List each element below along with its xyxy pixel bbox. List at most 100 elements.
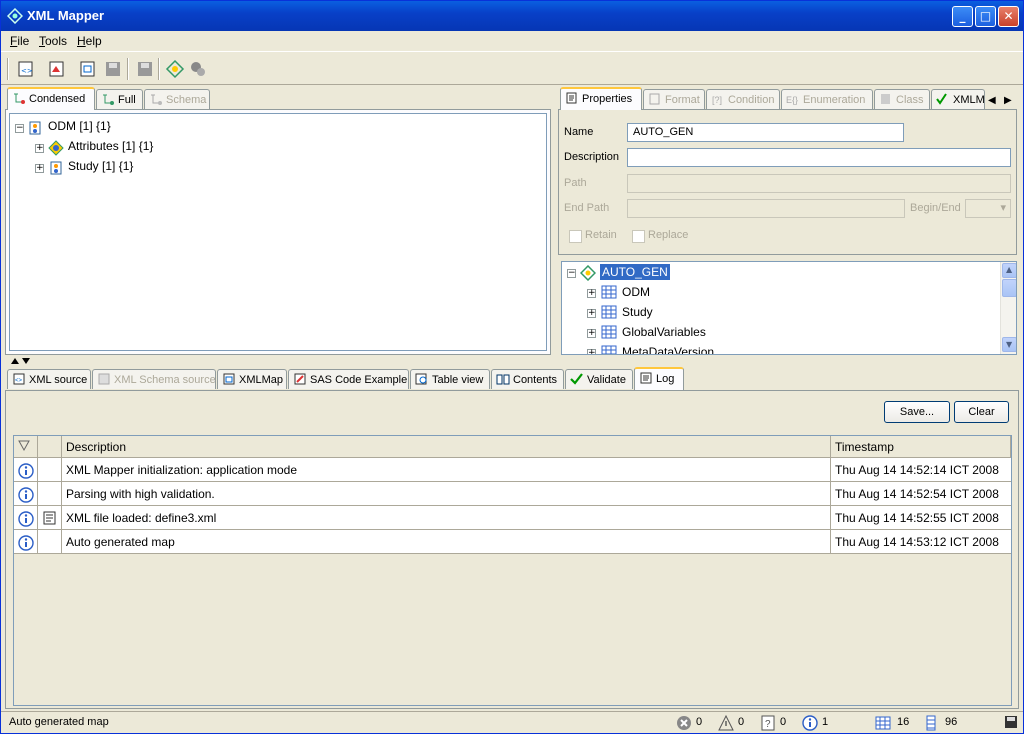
warning-icon bbox=[718, 715, 734, 731]
tab-schema-source-label: XML Schema source bbox=[114, 374, 216, 386]
tab-log[interactable]: Log bbox=[634, 367, 684, 390]
table-row[interactable]: XML Mapper initialization: application m… bbox=[14, 458, 1011, 482]
tab-validate[interactable]: Validate bbox=[565, 369, 633, 389]
tab-schema-label: Schema bbox=[166, 94, 207, 106]
tab-xmlmap[interactable]: XMLMap bbox=[217, 369, 287, 389]
expand-toggle[interactable]: + bbox=[587, 309, 596, 318]
row-timestamp: Thu Aug 14 14:53:12 ICT 2008 bbox=[835, 535, 999, 549]
tab-condition[interactable]: [?] Condition bbox=[706, 89, 780, 109]
tab-enumeration[interactable]: E{} Enumeration bbox=[781, 89, 873, 109]
svg-text:E{}: E{} bbox=[786, 95, 798, 105]
timestamp-column-header[interactable]: Timestamp bbox=[831, 436, 1011, 458]
clear-button[interactable]: Clear bbox=[954, 401, 1009, 423]
tab-xmlm[interactable]: XMLM bbox=[931, 89, 985, 109]
tab-contents[interactable]: Contents bbox=[491, 369, 564, 389]
row-icon-cell bbox=[14, 458, 38, 482]
menu-help[interactable]: Help bbox=[77, 34, 102, 48]
splitter-arrows-icon[interactable] bbox=[9, 357, 33, 365]
xmlmap-icon bbox=[223, 373, 235, 385]
expand-toggle[interactable]: + bbox=[587, 329, 596, 338]
tab-condition-label: Condition bbox=[728, 94, 775, 106]
row-description: XML Mapper initialization: application m… bbox=[62, 458, 831, 482]
xml-tree[interactable]: − ODM [1] {1} + Attributes [1] {1} + Stu… bbox=[9, 113, 547, 351]
error-icon bbox=[677, 716, 691, 730]
title-bar[interactable]: XML Mapper _ □ ✕ bbox=[1, 1, 1023, 31]
retain-checkbox[interactable] bbox=[569, 230, 582, 243]
tab-properties[interactable]: Properties bbox=[560, 87, 642, 110]
app-logo-icon bbox=[7, 8, 23, 24]
tab-full[interactable]: Full bbox=[96, 89, 143, 109]
tab-format[interactable]: Format bbox=[643, 89, 705, 109]
expand-toggle[interactable]: + bbox=[35, 164, 44, 173]
map-tree[interactable]: − AUTO_GEN + ODM + Study + GlobalVariabl… bbox=[561, 261, 1017, 355]
table-icon bbox=[601, 285, 617, 299]
row-description: XML file loaded: define3.xml bbox=[62, 506, 831, 530]
tab-schema-source[interactable]: XML Schema source bbox=[92, 369, 216, 389]
collapse-toggle[interactable]: − bbox=[15, 124, 24, 133]
filter-column-header[interactable] bbox=[14, 436, 38, 458]
maximize-button[interactable]: □ bbox=[975, 6, 996, 27]
log-body: Save... Clear Description Timestamp XML … bbox=[5, 390, 1019, 709]
replace-checkbox[interactable] bbox=[632, 230, 645, 243]
tab-class[interactable]: Class bbox=[874, 89, 930, 109]
tab-xml-source[interactable]: <> XML source bbox=[7, 369, 91, 389]
automap-icon[interactable] bbox=[164, 58, 186, 80]
expand-toggle[interactable]: + bbox=[587, 289, 596, 298]
tab-class-label: Class bbox=[896, 94, 924, 106]
save-button[interactable]: Save... bbox=[884, 401, 950, 423]
table-row[interactable]: Auto generated map Thu Aug 14 14:53:12 I… bbox=[14, 530, 1011, 554]
table-row[interactable]: XML file loaded: define3.xml Thu Aug 14 … bbox=[14, 506, 1011, 530]
table-row[interactable]: Parsing with high validation. Thu Aug 14… bbox=[14, 482, 1011, 506]
close-button[interactable]: ✕ bbox=[998, 6, 1019, 27]
tab-xmlmap-label: XMLMap bbox=[239, 374, 284, 386]
map-tree-scrollbar[interactable]: ▲ ▼ bbox=[1000, 262, 1016, 354]
menu-help-key: H bbox=[77, 34, 86, 48]
svg-text:<>: <> bbox=[21, 67, 33, 75]
save-as-icon[interactable] bbox=[134, 58, 156, 80]
description-field[interactable] bbox=[627, 148, 1011, 167]
scroll-down-button[interactable]: ▼ bbox=[1002, 337, 1016, 352]
tree-node-odm-table[interactable]: ODM bbox=[622, 285, 650, 299]
tree-node-study[interactable]: Study [1] {1} bbox=[68, 159, 133, 173]
status-bar: Auto generated map 0 0 ? 0 1 16 96 bbox=[1, 711, 1023, 733]
name-field[interactable]: AUTO_GEN bbox=[627, 123, 904, 142]
tab-table-view[interactable]: Table view bbox=[410, 369, 490, 389]
menu-tools[interactable]: Tools bbox=[39, 34, 67, 48]
tab-scroll-right-icon[interactable]: ▶ bbox=[1004, 95, 1012, 106]
svg-text:[?]: [?] bbox=[712, 95, 722, 105]
save-icon[interactable] bbox=[102, 58, 124, 80]
tab-condensed[interactable]: Condensed bbox=[7, 87, 95, 110]
tree-node-metadataversion-table[interactable]: MetaDataVersion bbox=[622, 345, 714, 354]
menu-file[interactable]: File bbox=[10, 34, 29, 48]
path-field bbox=[627, 174, 1011, 193]
tab-scroll-left-icon[interactable]: ◀ bbox=[988, 95, 996, 106]
run-icon[interactable] bbox=[187, 58, 209, 80]
info-icon bbox=[18, 487, 34, 503]
menu-tools-rest: ools bbox=[45, 34, 68, 48]
question-count: 0 bbox=[780, 716, 787, 728]
tree-node-auto-gen[interactable]: AUTO_GEN bbox=[600, 264, 670, 280]
tree-node-study-table[interactable]: Study bbox=[622, 305, 653, 319]
endpath-label: End Path bbox=[564, 202, 610, 214]
table-count-icon bbox=[875, 716, 891, 730]
description-column-header[interactable]: Description bbox=[62, 436, 831, 458]
row-type-cell bbox=[38, 506, 62, 530]
tree-node-attributes[interactable]: Attributes [1] {1} bbox=[68, 139, 153, 153]
scroll-up-button[interactable]: ▲ bbox=[1002, 263, 1016, 278]
expand-toggle[interactable]: + bbox=[587, 349, 596, 354]
tab-schema[interactable]: Schema bbox=[144, 89, 210, 109]
open-map-icon[interactable] bbox=[77, 58, 99, 80]
type-column-header[interactable] bbox=[38, 436, 62, 458]
tab-sas-code[interactable]: SAS Code Example bbox=[288, 369, 409, 389]
open-xml-icon[interactable]: <> bbox=[15, 58, 37, 80]
right-panel: Properties Format [?] Condition E{} Enumer… bbox=[558, 87, 1019, 355]
tree-node-odm[interactable]: ODM [1] {1} bbox=[48, 119, 111, 133]
bottom-tab-bar: <> XML source XML Schema source XMLMap SA… bbox=[7, 367, 1019, 390]
tree-node-globalvariables-table[interactable]: GlobalVariables bbox=[622, 325, 706, 339]
open-schema-icon[interactable] bbox=[46, 58, 68, 80]
collapse-toggle[interactable]: − bbox=[567, 269, 576, 278]
minimize-button[interactable]: _ bbox=[952, 6, 973, 27]
tab-xml-source-label: XML source bbox=[29, 374, 88, 386]
expand-toggle[interactable]: + bbox=[35, 144, 44, 153]
scroll-thumb[interactable] bbox=[1002, 279, 1016, 297]
